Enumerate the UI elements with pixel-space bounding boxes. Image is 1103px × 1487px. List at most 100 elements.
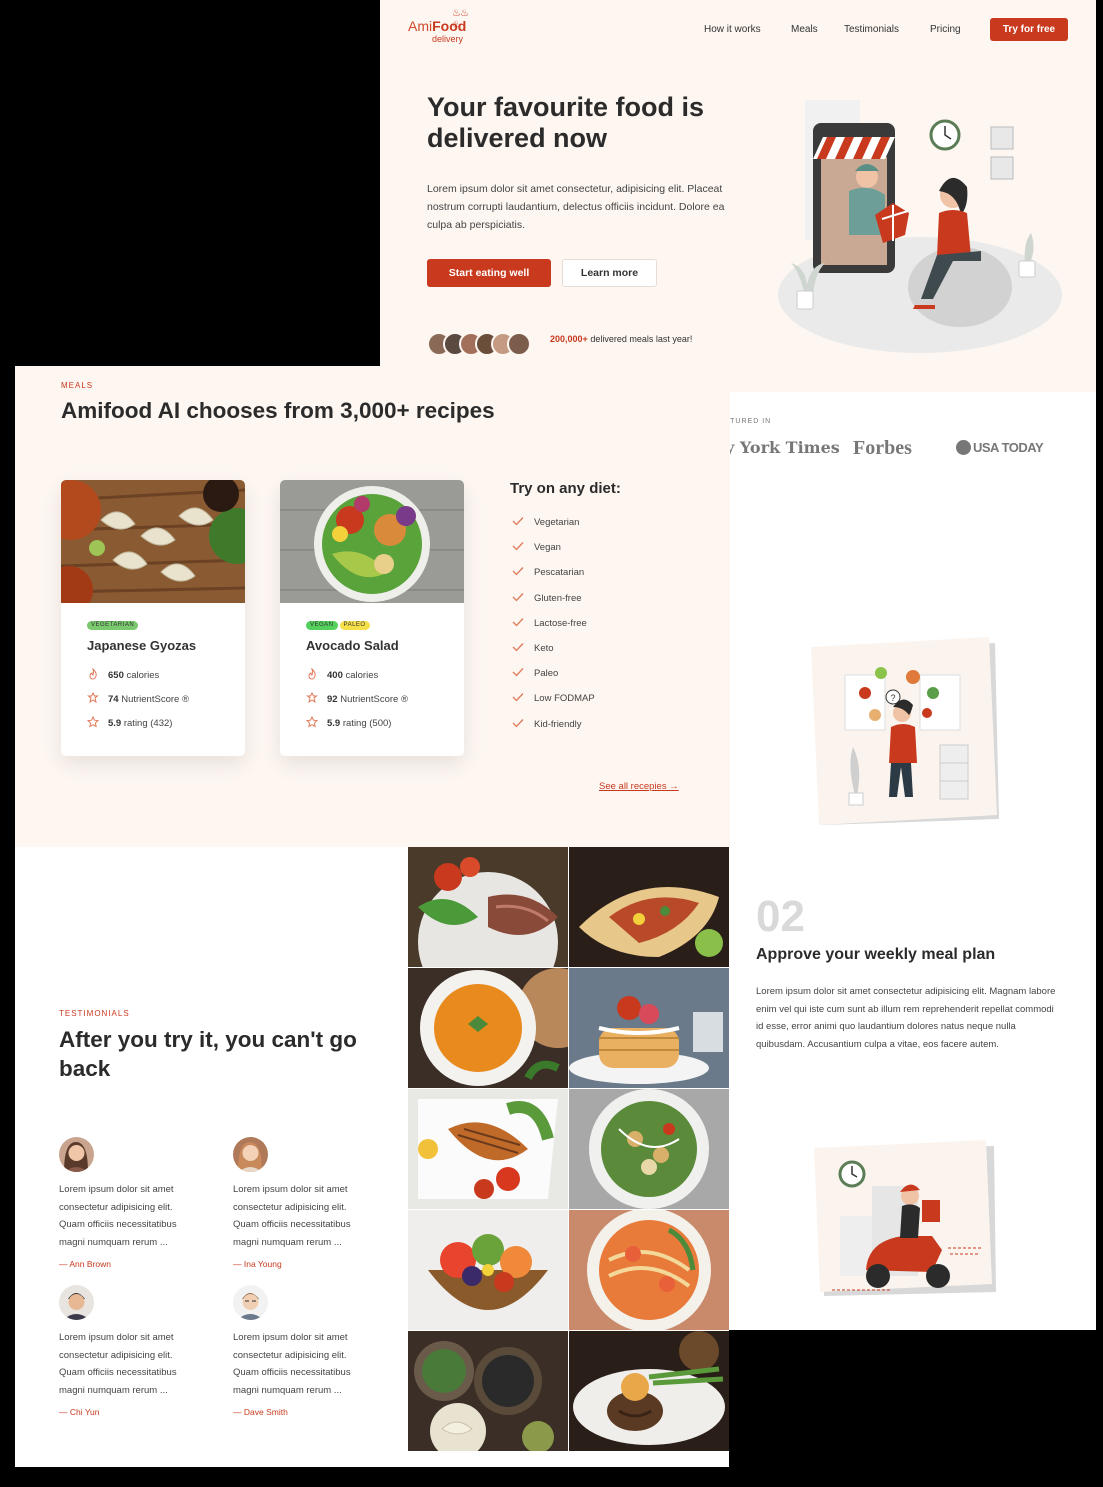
diet-label: Vegetarian xyxy=(534,517,580,528)
calories-stat: 400 calories xyxy=(306,668,378,681)
check-icon xyxy=(512,642,524,652)
testimonials-eyebrow: TESTIMONIALS xyxy=(59,1009,130,1018)
meals-section: MEALS Amifood AI chooses from 3,000+ rec… xyxy=(15,366,730,848)
diet-label: Vegan xyxy=(534,542,561,554)
check-icon xyxy=(512,617,524,627)
diet-item: Vegan xyxy=(512,541,595,566)
nav-testimonials[interactable]: Testimonials xyxy=(844,24,899,35)
flame-icon xyxy=(308,668,316,680)
learn-more-button[interactable]: Learn more xyxy=(562,259,657,287)
featured-in-label: ATURED IN xyxy=(725,418,772,425)
brand-tagline: delivery xyxy=(432,34,464,44)
noodle-soup-photo xyxy=(569,1210,729,1330)
calories-value: 650 xyxy=(108,670,124,681)
diet-item: Pescatarian xyxy=(512,566,595,591)
pumpkin-soup-photo xyxy=(408,968,568,1088)
tag-vegan: VEGAN xyxy=(306,621,338,630)
diet-item: Gluten-free xyxy=(512,592,595,617)
testimonials-section: TESTIMONIALS After you try it, you can't… xyxy=(15,847,408,1467)
meals-title: Amifood AI chooses from 3,000+ recipes xyxy=(61,398,495,423)
check-icon xyxy=(512,718,524,727)
avocado-salad-photo xyxy=(280,480,464,603)
gyozas-photo xyxy=(61,480,245,603)
diet-title: Try on any diet: xyxy=(510,480,621,497)
tag-paleo: PALEO xyxy=(339,621,370,630)
nutrient-stat: 92 NutrientScore ® xyxy=(306,692,408,705)
meal-plan-illustration: ? xyxy=(811,637,999,825)
testimonial-author: — Ina Young xyxy=(233,1259,282,1269)
step-description: Lorem ipsum dolor sit amet consectetur a… xyxy=(756,986,1056,1050)
avatar xyxy=(59,1137,94,1172)
usa-today-label: USA TODAY xyxy=(973,440,1044,455)
brand-logo[interactable]: ♨♨♨ AmiFood delivery xyxy=(408,8,472,46)
step-number: 02 xyxy=(756,892,805,941)
social-proof-count: 200,000+ xyxy=(550,334,588,344)
nutrient-icon xyxy=(87,692,99,704)
nav-meals[interactable]: Meals xyxy=(791,24,818,35)
burrito-photo xyxy=(569,847,729,967)
try-for-free-button[interactable]: Try for free xyxy=(990,18,1068,41)
hero-section: ♨♨♨ AmiFood delivery How it works Meals … xyxy=(380,0,1096,392)
check-icon xyxy=(512,567,524,576)
diet-label: Keto xyxy=(534,642,554,654)
testimonial-author: — Chi Yun xyxy=(59,1407,100,1417)
nutrient-stat: 74 NutrientScore ® xyxy=(87,692,189,705)
start-eating-well-button[interactable]: Start eating well xyxy=(427,259,551,287)
nav-how-it-works[interactable]: How it works xyxy=(704,24,761,35)
nav-pricing[interactable]: Pricing xyxy=(930,24,961,35)
forbes-logo: Forbes xyxy=(853,437,912,459)
rating-value: 5.9 xyxy=(108,718,122,729)
star-icon xyxy=(306,716,318,728)
meal-title: Avocado Salad xyxy=(306,638,399,653)
social-proof-text: delivered meals last year! xyxy=(590,334,693,344)
tag-list: VEGETARIAN xyxy=(87,621,140,631)
usa-today-dot-icon xyxy=(956,440,971,455)
check-icon xyxy=(512,693,524,702)
testimonials-title: After you try it, you can't go back xyxy=(59,1027,357,1081)
check-icon xyxy=(512,592,524,601)
calories-label: calories xyxy=(126,670,160,681)
diet-item: Vegetarian xyxy=(512,516,595,541)
nutrient-icon xyxy=(306,692,318,704)
nutrient-label: NutrientScore ® xyxy=(340,694,408,705)
rating-label: rating (432) xyxy=(123,718,173,729)
customer-avatars xyxy=(427,332,547,356)
meal-card-gyozas[interactable]: VEGETARIAN Japanese Gyozas 650 calories … xyxy=(61,480,245,756)
hero-description: Lorem ipsum dolor sit amet consectetur, … xyxy=(427,183,725,231)
flame-icon xyxy=(89,668,97,680)
avatar xyxy=(59,1285,94,1320)
see-all-recipes-link[interactable]: See all recepies → xyxy=(599,781,679,792)
nutrient-label: NutrientScore ® xyxy=(121,694,189,705)
testimonial-text: Lorem ipsum dolor sit amet consectetur a… xyxy=(233,1332,351,1396)
rating-value: 5.9 xyxy=(327,718,341,729)
hero-title: Your favourite food is delivered now xyxy=(427,92,705,153)
social-proof: 200,000+ delivered meals last year! xyxy=(550,334,710,344)
calories-label: calories xyxy=(345,670,379,681)
diet-item: Kid-friendly xyxy=(512,718,595,743)
diet-item: Keto xyxy=(512,642,595,667)
step-title: Approve your weekly meal plan xyxy=(756,946,996,963)
avatar xyxy=(233,1137,268,1172)
rating-stat: 5.9 rating (432) xyxy=(87,716,172,729)
calories-stat: 650 calories xyxy=(87,668,159,681)
diet-label: Paleo xyxy=(534,668,559,680)
testimonial-text: Lorem ipsum dolor sit amet consectetur a… xyxy=(59,1184,177,1248)
testimonial-text: Lorem ipsum dolor sit amet consectetur a… xyxy=(233,1184,351,1248)
meals-eyebrow: MEALS xyxy=(61,381,94,390)
check-icon xyxy=(512,542,524,551)
salad-steak-photo xyxy=(408,847,568,967)
avatar xyxy=(507,332,531,356)
diet-label: Gluten-free xyxy=(534,592,582,604)
meal-title: Japanese Gyozas xyxy=(87,638,197,653)
svg-text:?: ? xyxy=(890,693,895,703)
diet-item: Paleo xyxy=(512,667,595,692)
testimonial-text: Lorem ipsum dolor sit amet consectetur a… xyxy=(59,1332,177,1396)
check-icon xyxy=(512,517,524,526)
avatar xyxy=(233,1285,268,1320)
pancakes-photo xyxy=(569,968,729,1088)
check-icon xyxy=(512,668,524,677)
fruit-bowl-photo xyxy=(408,1210,568,1330)
meal-card-avocado-salad[interactable]: VEGAN PALEO Avocado Salad 400 calories 92… xyxy=(280,480,464,756)
testimonial-author: — Dave Smith xyxy=(233,1407,288,1417)
caesar-salad-photo xyxy=(569,1089,729,1209)
